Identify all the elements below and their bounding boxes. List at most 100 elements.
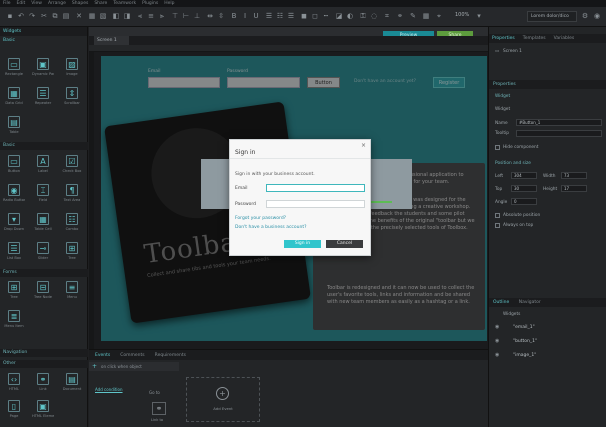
height-field[interactable]: 17 bbox=[561, 185, 587, 192]
widget-button[interactable]: ▭ Button bbox=[3, 155, 25, 179]
top-field[interactable]: 30 bbox=[511, 185, 537, 192]
eye-icon[interactable]: ◉ bbox=[495, 352, 499, 358]
comment-icon[interactable]: ✎ bbox=[409, 12, 417, 20]
widget-menu[interactable]: ≡ Menu bbox=[61, 281, 83, 305]
text-right-icon[interactable]: ☰ bbox=[287, 12, 295, 20]
close-icon[interactable]: × bbox=[361, 142, 366, 149]
screen-item[interactable]: Screen 1 bbox=[503, 49, 522, 54]
left-field[interactable]: 304 bbox=[511, 172, 537, 179]
widget-combo[interactable]: ☷ Combo bbox=[61, 213, 83, 237]
add-event-dropzone[interactable]: + Add Event bbox=[186, 377, 260, 422]
widget-tree[interactable]: ⊞ Tree bbox=[3, 281, 25, 305]
settings-icon[interactable]: ⚙ bbox=[581, 12, 589, 20]
cancel-button[interactable]: Cancel bbox=[326, 240, 363, 248]
save-icon[interactable]: ▪ bbox=[6, 12, 14, 20]
outline-row[interactable]: ◉ "image_1" bbox=[489, 349, 606, 362]
outline-row[interactable]: ◉ "button_1" bbox=[489, 335, 606, 348]
widget-image[interactable]: ▨ Image bbox=[61, 58, 83, 82]
widget-table[interactable]: ▤ Table bbox=[3, 116, 25, 140]
eye-icon[interactable]: ◉ bbox=[495, 338, 499, 344]
cut-icon[interactable]: ✂ bbox=[40, 12, 48, 20]
align-left-icon[interactable]: ⫷ bbox=[136, 12, 144, 20]
widget-field[interactable]: ⌶ Field bbox=[32, 184, 54, 208]
text-center-icon[interactable]: ☷ bbox=[276, 12, 284, 20]
category-forms[interactable]: Forms bbox=[0, 269, 88, 277]
tab-comments[interactable]: Comments bbox=[120, 353, 144, 358]
hide-icon[interactable]: ◌ bbox=[370, 12, 378, 20]
redo-icon[interactable]: ↷ bbox=[28, 12, 36, 20]
send-back-icon[interactable]: ◨ bbox=[123, 12, 131, 20]
eye-icon[interactable]: ◉ bbox=[495, 324, 499, 330]
widget-data-grid[interactable]: ▦ Data Grid bbox=[3, 87, 25, 111]
align-center-icon[interactable]: ≡ bbox=[147, 12, 155, 20]
signin-button[interactable]: Sign in bbox=[284, 240, 321, 248]
forgot-password-link[interactable]: Forgot your password? bbox=[235, 216, 286, 221]
menu-file[interactable]: File bbox=[3, 1, 11, 6]
widget-menu-item[interactable]: ≣ Menu Item bbox=[3, 310, 25, 334]
crop-icon[interactable]: ⌗ bbox=[383, 12, 391, 20]
widget-html[interactable]: ‹› HTML bbox=[3, 373, 25, 397]
widget-tree-node[interactable]: ⊟ Tree Node bbox=[32, 281, 54, 305]
menu-shapes[interactable]: Shapes bbox=[72, 1, 88, 6]
menu-teamwork[interactable]: Teamwork bbox=[113, 1, 136, 6]
widget-page[interactable]: ▯ Page bbox=[3, 400, 25, 424]
tab-variables[interactable]: Variables bbox=[554, 36, 575, 41]
widgets-tab-basic[interactable]: Basic bbox=[0, 36, 87, 45]
grid-icon[interactable]: ▦ bbox=[422, 12, 430, 20]
widget-slider[interactable]: ⊸ Slider bbox=[32, 242, 54, 266]
widget-checkbox[interactable]: ☑ Check Box bbox=[61, 155, 83, 179]
bring-front-icon[interactable]: ◧ bbox=[112, 12, 120, 20]
width-field[interactable]: 73 bbox=[561, 172, 587, 179]
ungroup-icon[interactable]: ▧ bbox=[99, 12, 107, 20]
snap-icon[interactable]: ⌖ bbox=[435, 12, 443, 20]
tab-templates[interactable]: Templates bbox=[523, 36, 546, 41]
text-left-icon[interactable]: ☰ bbox=[265, 12, 273, 20]
border-color-icon[interactable]: ◻ bbox=[311, 12, 319, 20]
widget-textarea[interactable]: ¶ Text Area bbox=[61, 184, 83, 208]
font-underline-icon[interactable]: U bbox=[252, 12, 260, 20]
link-icon[interactable]: ⚭ bbox=[152, 402, 166, 415]
fill-color-icon[interactable]: ◼ bbox=[300, 12, 308, 20]
align-right-icon[interactable]: ⫸ bbox=[158, 12, 166, 20]
tooltip-field[interactable] bbox=[516, 130, 602, 137]
widget-document[interactable]: ▤ Document bbox=[61, 373, 83, 397]
hide-checkbox[interactable] bbox=[495, 145, 500, 150]
zoom-level[interactable]: 100% bbox=[455, 12, 469, 18]
widget-label[interactable]: A Label bbox=[32, 155, 54, 179]
lock-icon[interactable]: ⚿ bbox=[359, 12, 367, 20]
menu-help[interactable]: Help bbox=[164, 1, 174, 6]
tab-properties[interactable]: Properties bbox=[492, 36, 515, 41]
absolute-checkbox[interactable] bbox=[495, 213, 500, 218]
copy-icon[interactable]: ⧉ bbox=[51, 12, 59, 20]
state-select[interactable]: Lorem dolor/dico bbox=[527, 11, 577, 22]
user-icon[interactable]: ◉ bbox=[593, 12, 601, 20]
category-basic[interactable]: Basic bbox=[0, 142, 88, 150]
email-field[interactable] bbox=[266, 184, 365, 192]
widget-dropdown[interactable]: ▾ Drop Down bbox=[3, 213, 25, 237]
tab-requirements[interactable]: Requirements bbox=[155, 353, 186, 358]
widget-scrollbar[interactable]: ⇕ Scrollbar bbox=[61, 87, 83, 111]
no-account-link[interactable]: Don't have a business account? bbox=[235, 225, 307, 230]
menu-view[interactable]: View bbox=[31, 1, 42, 6]
distribute-v-icon[interactable]: ⇳ bbox=[217, 12, 225, 20]
widget-tree-form[interactable]: ⊞ Tree bbox=[61, 242, 83, 266]
add-condition-link[interactable]: Add condition bbox=[95, 387, 123, 392]
tab-events[interactable]: Events bbox=[95, 353, 110, 358]
widget-html-element[interactable]: ▣HTML Element bbox=[32, 400, 54, 424]
menu-share[interactable]: Share bbox=[94, 1, 107, 6]
align-middle-icon[interactable]: ⊢ bbox=[182, 12, 190, 20]
widget-link[interactable]: ⚭ Link bbox=[32, 373, 54, 397]
outline-row[interactable]: ◉ "email_1" bbox=[489, 321, 606, 334]
add-event-button[interactable]: + bbox=[92, 363, 97, 370]
border-style-icon[interactable]: ┅ bbox=[322, 12, 330, 20]
category-other[interactable]: Other bbox=[0, 360, 88, 368]
delete-icon[interactable]: ✕ bbox=[75, 12, 83, 20]
widget-table-cell[interactable]: ▦ Table Cell bbox=[32, 213, 54, 237]
font-italic-icon[interactable]: I bbox=[241, 12, 249, 20]
font-bold-icon[interactable]: B bbox=[230, 12, 238, 20]
zoom-dropdown-icon[interactable]: ▾ bbox=[475, 12, 483, 20]
widget-dynamic-panel[interactable]: ▣Dynamic Panel bbox=[32, 58, 54, 82]
name-field[interactable]: #Button_1 bbox=[516, 119, 602, 126]
menu-arrange[interactable]: Arrange bbox=[48, 1, 66, 6]
tab-navigator[interactable]: Navigator bbox=[519, 300, 541, 305]
